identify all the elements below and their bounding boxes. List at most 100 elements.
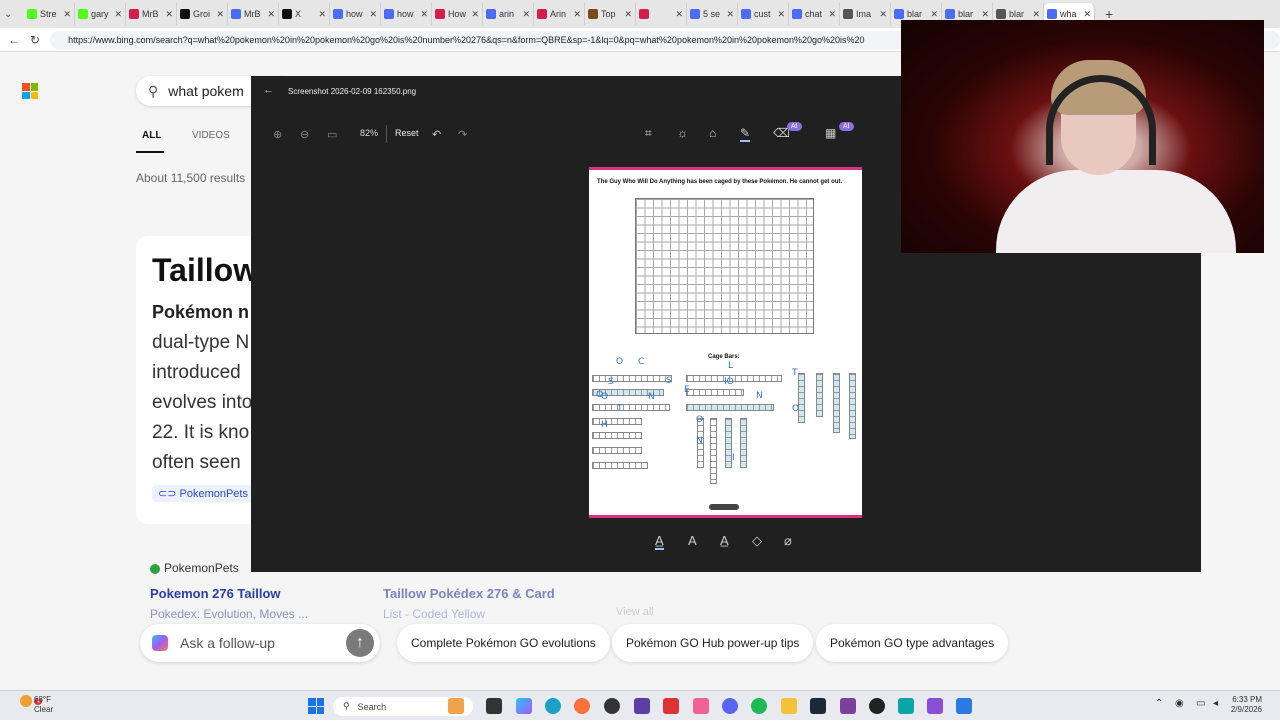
- browser-tab[interactable]: how ✕: [381, 3, 432, 25]
- close-tab-icon[interactable]: ✕: [981, 9, 989, 20]
- close-tab-icon[interactable]: ✕: [573, 9, 581, 20]
- weather-widget[interactable]: 4 68°F Clear: [20, 695, 53, 714]
- steam-icon[interactable]: [810, 698, 826, 714]
- brightness-icon[interactable]: ☼: [677, 126, 688, 140]
- app-icon[interactable]: [869, 698, 885, 714]
- itunes-icon[interactable]: [693, 698, 709, 714]
- close-tab-icon[interactable]: ✕: [420, 9, 428, 20]
- browser-tab[interactable]: Ima ✕: [840, 3, 891, 25]
- app-icon[interactable]: [898, 698, 914, 714]
- browser-tab[interactable]: arin ✕: [483, 3, 534, 25]
- browser-tab[interactable]: 5 se ✕: [687, 3, 738, 25]
- browser-tab[interactable]: X ✕: [279, 3, 330, 25]
- close-tab-icon[interactable]: ✕: [63, 9, 71, 20]
- edge-icon[interactable]: [545, 698, 561, 714]
- close-tab-icon[interactable]: ✕: [369, 9, 377, 20]
- suggestion-chip[interactable]: Pokémon GO type advantages: [816, 624, 1009, 662]
- tab-favicon: [27, 9, 37, 19]
- browser-tab[interactable]: gary ✕: [75, 3, 126, 25]
- source-link[interactable]: ⊂⊃ PokemonPets: [152, 485, 254, 502]
- browser-tab[interactable]: Arin ✕: [534, 3, 585, 25]
- view-all-link[interactable]: View all: [616, 606, 654, 618]
- close-tab-icon[interactable]: ✕: [777, 9, 785, 20]
- refresh-icon[interactable]: ↻: [30, 33, 40, 47]
- pen-style-icon[interactable]: A̲: [655, 533, 664, 550]
- browser-tab[interactable]: How ✕: [432, 3, 483, 25]
- tab-favicon: [894, 9, 904, 19]
- close-tab-icon[interactable]: ✕: [471, 9, 479, 20]
- browser-tab[interactable]: Top ✕: [585, 3, 636, 25]
- task-view-icon[interactable]: [486, 698, 502, 714]
- marker-icon[interactable]: ⌂: [709, 126, 716, 140]
- microsoft-logo[interactable]: [22, 83, 38, 99]
- back-icon[interactable]: ←: [263, 84, 274, 96]
- obs-icon[interactable]: [604, 698, 620, 714]
- app-icon[interactable]: [840, 698, 856, 714]
- browser-tab[interactable]: MrB ✕: [126, 3, 177, 25]
- app-icon[interactable]: [663, 698, 679, 714]
- highlighter-icon[interactable]: A̲: [720, 533, 729, 548]
- tab-videos[interactable]: VIDEOS: [192, 130, 230, 141]
- crop-icon[interactable]: ⌗: [645, 126, 652, 141]
- ask-followup-input[interactable]: Ask a follow-up ↑: [140, 624, 380, 662]
- pen-style-icon[interactable]: A: [688, 533, 697, 548]
- browser-tab[interactable]: cust ✕: [738, 3, 789, 25]
- close-tab-icon[interactable]: ✕: [1083, 9, 1091, 20]
- close-tab-icon[interactable]: ✕: [114, 9, 122, 20]
- suggestion-chip[interactable]: Pokémon GO Hub power-up tips: [612, 624, 814, 662]
- tab-all[interactable]: ALL: [142, 130, 161, 141]
- browser-tab[interactable]: Groi ✕: [177, 3, 228, 25]
- close-tab-icon[interactable]: ✕: [624, 9, 632, 20]
- app-icon[interactable]: [634, 698, 650, 714]
- close-tab-icon[interactable]: ✕: [267, 9, 275, 20]
- network-icon[interactable]: ▭: [1196, 698, 1205, 709]
- undo-icon[interactable]: ↶: [432, 128, 441, 141]
- back-icon[interactable]: ←: [8, 33, 20, 47]
- photos-icon[interactable]: [956, 698, 972, 714]
- discord-icon[interactable]: [722, 698, 738, 714]
- close-tab-icon[interactable]: ✕: [930, 9, 938, 20]
- volume-icon[interactable]: ◂: [1213, 698, 1218, 709]
- browser-tab[interactable]: MrB ✕: [228, 3, 279, 25]
- close-tab-icon[interactable]: ✕: [1032, 9, 1040, 20]
- close-tab-icon[interactable]: ✕: [675, 9, 683, 20]
- result-title-link[interactable]: Taillow Pokédex 276 & Card: [383, 586, 555, 601]
- close-tab-icon[interactable]: ✕: [879, 9, 887, 20]
- firefox-icon[interactable]: [574, 698, 590, 714]
- fit-icon[interactable]: ▭: [327, 128, 337, 141]
- background-ai-icon[interactable]: ▦: [825, 126, 836, 140]
- tray-chevron-icon[interactable]: ⌃: [1155, 698, 1163, 709]
- zoom-out-icon[interactable]: ⊖: [300, 128, 309, 141]
- browser-tab[interactable]: chat ✕: [789, 3, 840, 25]
- mic-icon[interactable]: ◉: [1175, 698, 1184, 709]
- close-tab-icon[interactable]: ✕: [165, 9, 173, 20]
- close-tab-icon[interactable]: ✕: [828, 9, 836, 20]
- send-button[interactable]: ↑: [346, 629, 374, 657]
- close-tab-icon[interactable]: ✕: [216, 9, 224, 20]
- browser-tab[interactable]: Stre ✕: [24, 3, 75, 25]
- tab-list-chevron-icon[interactable]: ⌄: [4, 9, 24, 20]
- suggestion-chip[interactable]: Complete Pokémon GO evolutions: [397, 624, 610, 662]
- reset-button[interactable]: Reset: [395, 128, 419, 138]
- start-icon[interactable]: [308, 698, 324, 714]
- redo-icon[interactable]: ↷: [458, 128, 467, 141]
- file-explorer-icon[interactable]: [781, 698, 797, 714]
- card-line: dual-type N: [152, 332, 250, 353]
- browser-tab[interactable]: ✕: [636, 3, 687, 25]
- app-icon[interactable]: [448, 698, 464, 714]
- clear-ink-icon[interactable]: ⌀: [784, 533, 792, 549]
- close-tab-icon[interactable]: ✕: [318, 9, 326, 20]
- browser-tab[interactable]: how ✕: [330, 3, 381, 25]
- eraser-icon[interactable]: ◇: [752, 533, 762, 549]
- close-tab-icon[interactable]: ✕: [522, 9, 530, 20]
- handwritten-letter: O: [596, 390, 604, 400]
- app-icon[interactable]: [927, 698, 943, 714]
- zoom-level[interactable]: 82%: [360, 128, 378, 138]
- zoom-in-icon[interactable]: ⊕: [273, 128, 282, 141]
- spotify-icon[interactable]: [751, 698, 767, 714]
- copilot-icon[interactable]: [516, 698, 532, 714]
- pen-icon[interactable]: ✎: [740, 126, 751, 142]
- close-tab-icon[interactable]: ✕: [726, 9, 734, 20]
- clock[interactable]: 6:33 PM 2/9/2026: [1231, 695, 1262, 715]
- result-title-link[interactable]: Pokemon 276 Taillow: [150, 586, 281, 601]
